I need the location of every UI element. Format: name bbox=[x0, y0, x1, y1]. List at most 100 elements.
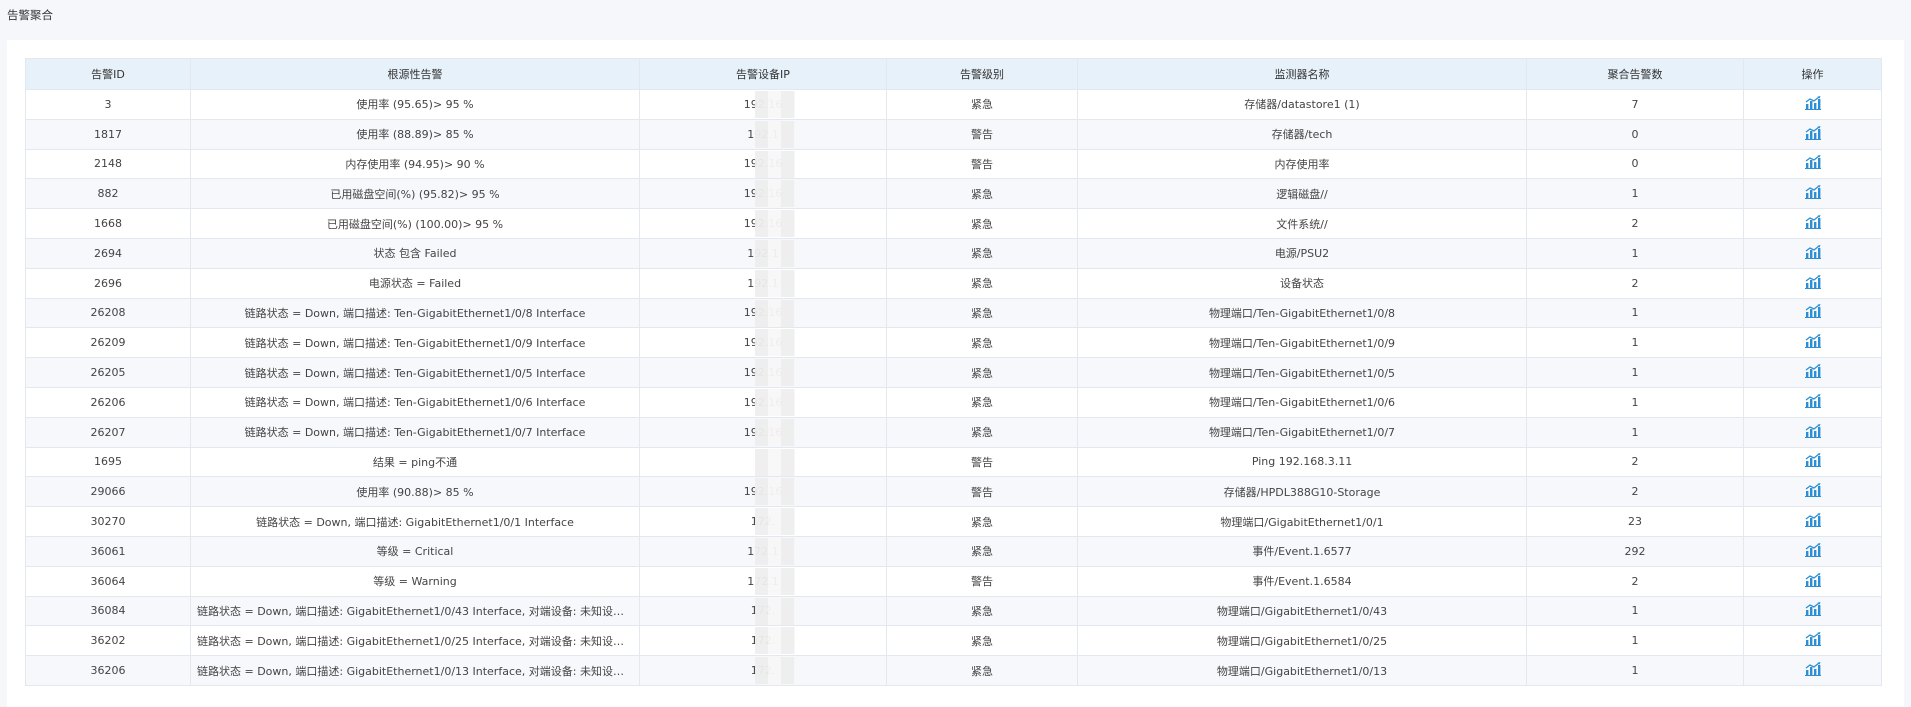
chart-trend-icon[interactable] bbox=[1804, 542, 1821, 560]
cell-alarm-id[interactable]: 26206 bbox=[25, 386, 191, 418]
chart-trend-icon[interactable] bbox=[1804, 393, 1821, 411]
cell-alarm-id[interactable]: 26209 bbox=[25, 327, 191, 359]
cell-alarm-id[interactable]: 36084 bbox=[25, 595, 191, 627]
ip-privacy-mask bbox=[755, 478, 795, 506]
cell-alarm-id: 2148 bbox=[25, 148, 191, 180]
cell-root-alarm: 使用率 (95.65)> 95 % bbox=[190, 89, 640, 120]
cell-operation bbox=[1743, 506, 1882, 537]
cell-monitor-name: Ping 192.168.3.11 bbox=[1077, 446, 1527, 478]
chart-trend-icon[interactable] bbox=[1804, 423, 1821, 441]
header-device-ip[interactable]: 告警设备IP bbox=[639, 58, 887, 90]
header-aggregated-count[interactable]: 聚合告警数 bbox=[1526, 58, 1744, 90]
table-row: 36202 链路状态 = Down, 端口描述: GigabitEthernet1… bbox=[25, 625, 1882, 657]
cell-device-ip bbox=[639, 446, 887, 478]
ip-privacy-mask bbox=[755, 597, 795, 625]
cell-alarm-id[interactable]: 2694 bbox=[25, 237, 191, 269]
cell-aggregated-count[interactable]: 0 bbox=[1526, 148, 1744, 180]
cell-device-ip: 192.16 bbox=[639, 208, 887, 239]
cell-aggregated-count[interactable]: 1 bbox=[1526, 327, 1744, 359]
chart-trend-icon[interactable] bbox=[1804, 364, 1821, 381]
ip-privacy-mask bbox=[755, 448, 795, 476]
ip-privacy-mask bbox=[755, 388, 795, 416]
cell-alarm-id[interactable]: 36064 bbox=[25, 565, 191, 597]
cell-aggregated-count[interactable]: 1 bbox=[1526, 416, 1744, 448]
chart-trend-icon[interactable] bbox=[1804, 662, 1821, 679]
cell-aggregated-count[interactable]: 2 bbox=[1526, 565, 1744, 597]
cell-aggregated-count[interactable]: 2 bbox=[1526, 208, 1744, 239]
chart-trend-icon[interactable] bbox=[1804, 483, 1821, 500]
table-row: 36061等级 = Critical172.1紧急事件/Event.1.6577… bbox=[25, 535, 1882, 567]
cell-alarm-level: 警告 bbox=[886, 476, 1078, 508]
cell-operation bbox=[1743, 565, 1882, 597]
cell-alarm-level: 紧急 bbox=[886, 208, 1078, 239]
cell-aggregated-count[interactable]: 292 bbox=[1526, 535, 1744, 567]
cell-device-ip: 172. bbox=[639, 506, 887, 537]
cell-alarm-id[interactable]: 26207 bbox=[25, 416, 191, 448]
cell-monitor-name: 物理端口/Ten-GigabitEthernet1/0/6 bbox=[1077, 386, 1527, 418]
cell-alarm-id[interactable]: 30270 bbox=[25, 506, 191, 537]
cell-aggregated-count[interactable]: 1 bbox=[1526, 297, 1744, 329]
cell-operation bbox=[1743, 386, 1882, 418]
cell-root-alarm: 等级 = Critical bbox=[190, 535, 640, 567]
ip-privacy-mask bbox=[755, 120, 795, 148]
chart-trend-icon[interactable] bbox=[1804, 334, 1821, 351]
chart-trend-icon[interactable] bbox=[1804, 602, 1821, 619]
cell-alarm-id[interactable]: 3 bbox=[25, 89, 191, 120]
cell-alarm-id[interactable]: 36061 bbox=[25, 535, 191, 567]
chart-trend-icon[interactable] bbox=[1804, 513, 1821, 530]
header-root-alarm[interactable]: 根源性告警 bbox=[190, 58, 640, 90]
chart-trend-icon[interactable] bbox=[1804, 453, 1821, 470]
cell-alarm-id[interactable]: 2696 bbox=[25, 267, 191, 299]
header-alarm-id[interactable]: 告警ID bbox=[25, 58, 191, 90]
chart-trend-icon[interactable] bbox=[1804, 304, 1821, 321]
cell-alarm-id[interactable]: 29066 bbox=[25, 476, 191, 508]
header-alarm-level[interactable]: 告警级别 bbox=[886, 58, 1078, 90]
chart-trend-icon[interactable] bbox=[1804, 572, 1821, 590]
cell-alarm-id[interactable]: 1668 bbox=[25, 208, 191, 239]
cell-alarm-id[interactable]: 26208 bbox=[25, 297, 191, 329]
cell-aggregated-count[interactable]: 0 bbox=[1526, 118, 1744, 150]
chart-trend-icon[interactable] bbox=[1804, 244, 1821, 262]
cell-alarm-level: 紧急 bbox=[886, 535, 1078, 567]
chart-trend-icon[interactable] bbox=[1804, 95, 1821, 113]
cell-aggregated-count[interactable]: 23 bbox=[1526, 506, 1744, 537]
cell-alarm-level: 紧急 bbox=[886, 237, 1078, 269]
cell-alarm-id[interactable]: 1817 bbox=[25, 118, 191, 150]
chart-trend-icon[interactable] bbox=[1804, 632, 1821, 649]
cell-aggregated-count[interactable]: 2 bbox=[1526, 446, 1744, 478]
ip-privacy-mask bbox=[755, 657, 795, 685]
cell-device-ip: 192.16 bbox=[639, 148, 887, 180]
cell-monitor-name: 电源/PSU2 bbox=[1077, 237, 1527, 269]
cell-aggregated-count[interactable]: 2 bbox=[1526, 267, 1744, 299]
chart-trend-icon[interactable] bbox=[1804, 185, 1821, 202]
chart-trend-icon[interactable] bbox=[1804, 215, 1821, 232]
chart-trend-icon[interactable] bbox=[1804, 274, 1821, 292]
cell-aggregated-count[interactable]: 1 bbox=[1526, 386, 1744, 418]
ip-privacy-mask bbox=[755, 329, 795, 357]
cell-alarm-id[interactable]: 882 bbox=[25, 178, 191, 210]
chart-trend-icon[interactable] bbox=[1804, 125, 1821, 143]
cell-monitor-name: 物理端口/Ten-GigabitEthernet1/0/5 bbox=[1077, 357, 1527, 388]
cell-aggregated-count[interactable]: 1 bbox=[1526, 625, 1744, 657]
cell-alarm-id[interactable]: 36202 bbox=[25, 625, 191, 657]
cell-aggregated-count[interactable]: 1 bbox=[1526, 655, 1744, 686]
cell-alarm-level: 警告 bbox=[886, 118, 1078, 150]
cell-aggregated-count[interactable]: 1 bbox=[1526, 178, 1744, 210]
cell-alarm-id[interactable]: 36206 bbox=[25, 655, 191, 686]
header-monitor-name[interactable]: 监测器名称 bbox=[1077, 58, 1527, 90]
cell-aggregated-count[interactable]: 1 bbox=[1526, 237, 1744, 269]
cell-monitor-name: 事件/Event.1.6584 bbox=[1077, 565, 1527, 597]
cell-operation bbox=[1743, 476, 1882, 508]
cell-alarm-id[interactable]: 26205 bbox=[25, 357, 191, 388]
table-row: 26205 链路状态 = Down, 端口描述: Ten-GigabitEther… bbox=[25, 357, 1882, 388]
cell-alarm-id[interactable]: 1695 bbox=[25, 446, 191, 478]
cell-aggregated-count[interactable]: 1 bbox=[1526, 357, 1744, 388]
header-operation: 操作 bbox=[1743, 58, 1882, 90]
cell-aggregated-count[interactable]: 1 bbox=[1526, 595, 1744, 627]
cell-alarm-level: 警告 bbox=[886, 148, 1078, 180]
chart-trend-icon[interactable] bbox=[1804, 155, 1821, 172]
cell-aggregated-count[interactable]: 2 bbox=[1526, 476, 1744, 508]
cell-root-alarm: 链路状态 = Down, 端口描述: Ten-GigabitEthernet1/… bbox=[190, 297, 640, 329]
cell-alarm-level: 警告 bbox=[886, 565, 1078, 597]
cell-aggregated-count[interactable]: 7 bbox=[1526, 89, 1744, 120]
